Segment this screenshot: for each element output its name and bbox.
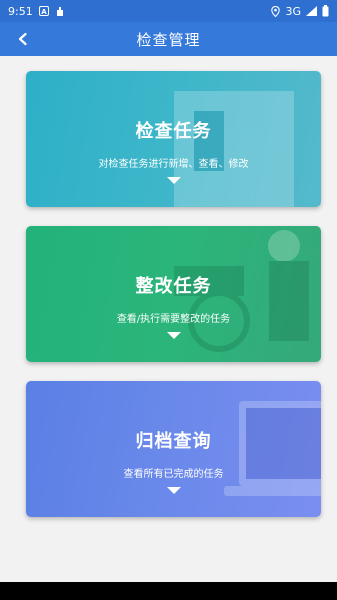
card-title: 整改任务 [135,276,212,297]
card-description: 查看所有已完成的任务 [123,469,224,480]
caret-down-icon [166,332,181,339]
location-icon [271,5,281,17]
signal-icon [306,6,317,16]
notification-a-icon: A [38,6,49,16]
card-description: 对检查任务进行新增、查看、修改 [98,159,249,170]
card-archive-query[interactable]: 归档查询 查看所有已完成的任务 [26,381,321,517]
system-navigation-bar [0,582,337,600]
notification-app-icon [55,6,65,17]
status-bar: 9:51 A 3G [0,0,337,22]
app-bar: 检查管理 [0,22,337,56]
caret-down-icon [166,177,181,184]
card-title: 归档查询 [135,431,212,452]
card-inspection-task[interactable]: 检查任务 对检查任务进行新增、查看、修改 [26,71,321,207]
card-rectification-task[interactable]: 整改任务 查看/执行需要整改的任务 [26,226,321,362]
status-time: 9:51 [8,4,33,18]
caret-down-icon [166,487,181,494]
chevron-left-icon [18,32,27,46]
network-type: 3G [285,4,301,18]
back-button[interactable] [10,26,36,52]
page-title: 检查管理 [136,30,201,49]
svg-text:A: A [41,8,47,16]
battery-icon [322,5,329,17]
card-title: 检查任务 [135,121,212,142]
card-description: 查看/执行需要整改的任务 [116,314,231,325]
